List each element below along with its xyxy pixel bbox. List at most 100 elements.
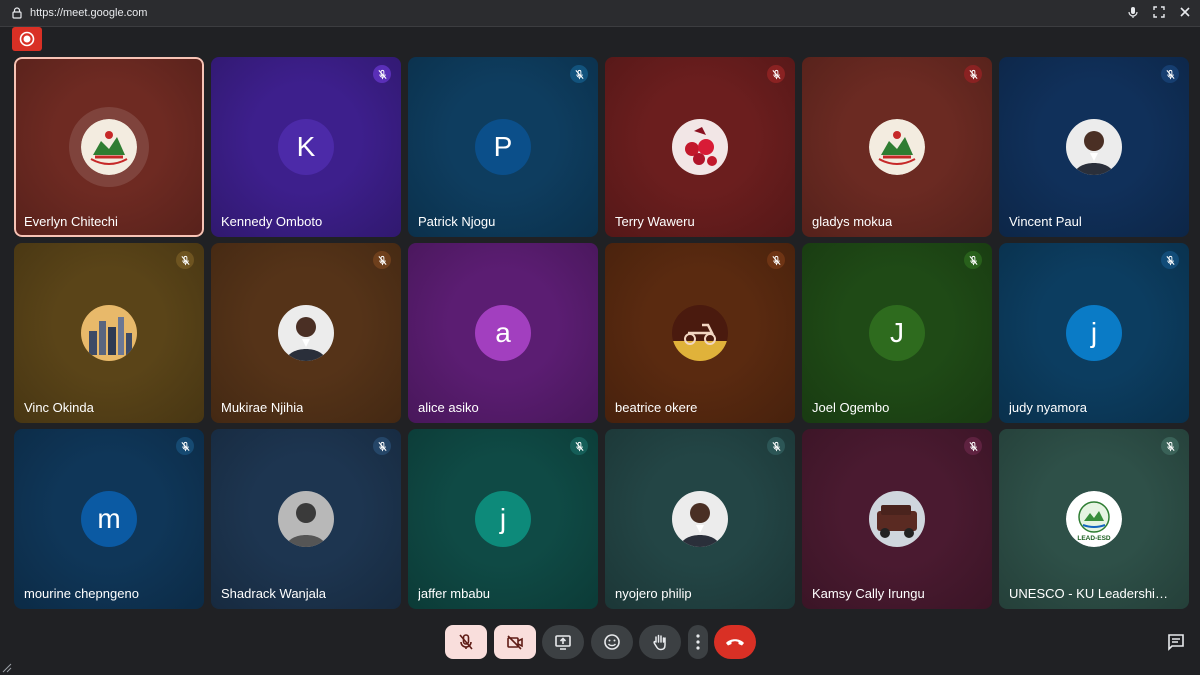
participant-tile[interactable]: Vinc Okinda (14, 243, 204, 423)
participant-name: Patrick Njogu (418, 214, 496, 229)
participant-tile[interactable]: a alice asiko (408, 243, 598, 423)
participant-name: mourine chepngeno (24, 586, 139, 601)
participant-name: Everlyn Chitechi (24, 214, 118, 229)
participant-grid: Everlyn Chitechi K Kennedy Omboto P Patrick … (14, 57, 1191, 610)
participant-avatar (81, 305, 137, 361)
mic-off-icon (767, 65, 785, 83)
participant-avatar (869, 119, 925, 175)
participant-tile[interactable]: Shadrack Wanjala (211, 429, 401, 609)
browser-bar: https://meet.google.com (0, 0, 1200, 27)
fullscreen-icon[interactable] (1152, 5, 1166, 19)
present-icon (555, 635, 571, 650)
participant-avatar: j (475, 491, 531, 547)
mic-off-icon (373, 437, 391, 455)
mic-off-icon (964, 251, 982, 269)
mic-off-icon (373, 65, 391, 83)
avatar-initial: J (890, 317, 904, 348)
participant-tile[interactable]: J Joel Ogembo (802, 243, 992, 423)
participant-avatar (869, 491, 925, 547)
camera-off-icon (507, 635, 523, 650)
mic-off-icon (1161, 251, 1179, 269)
participant-name: gladys mokua (812, 214, 893, 229)
participant-name: nyojero philip (615, 586, 692, 601)
participant-tile[interactable]: j jaffer mbabu (408, 429, 598, 609)
mic-off-icon (767, 251, 785, 269)
mic-off-icon (767, 437, 785, 455)
avatar-initial: K (296, 131, 316, 162)
raise-hand-button[interactable] (639, 625, 681, 659)
participant-name: Vincent Paul (1009, 214, 1082, 229)
mic-off-icon (1161, 65, 1179, 83)
mic-off-icon (176, 437, 194, 455)
participant-tile[interactable]: m mourine chepngeno (14, 429, 204, 609)
participant-tile[interactable]: Vincent Paul (999, 57, 1189, 237)
camera-toggle-button[interactable] (494, 625, 536, 659)
mic-off-icon (964, 65, 982, 83)
participant-name: beatrice okere (615, 400, 698, 415)
svg-text:LEAD-ESD: LEAD-ESD (1077, 535, 1111, 542)
participant-name: Shadrack Wanjala (221, 586, 327, 601)
participant-name: UNESCO - KU Leadership ... (1009, 586, 1174, 601)
participant-avatar: m (81, 491, 137, 547)
participant-tile[interactable]: Terry Waweru (605, 57, 795, 237)
participant-tile[interactable]: K Kennedy Omboto (211, 57, 401, 237)
avatar-initial: a (495, 317, 511, 348)
participant-avatar: a (475, 305, 531, 361)
resize-handle-icon[interactable] (2, 663, 12, 673)
participant-avatar (81, 119, 137, 175)
mic-toggle-button[interactable] (445, 625, 487, 659)
mic-indicator-icon[interactable] (1126, 5, 1140, 19)
recording-indicator[interactable] (12, 27, 42, 51)
participant-tile[interactable]: j judy nyamora (999, 243, 1189, 423)
more-options-button[interactable] (688, 625, 708, 659)
participant-avatar (672, 305, 728, 361)
participant-avatar: J (869, 305, 925, 361)
participant-name: Kennedy Omboto (221, 214, 323, 229)
participant-tile[interactable]: beatrice okere (605, 243, 795, 423)
close-icon[interactable] (1178, 5, 1192, 19)
reactions-button[interactable] (591, 625, 633, 659)
avatar-initial: j (499, 503, 507, 534)
mic-off-icon (459, 634, 473, 650)
participant-name: Terry Waweru (615, 214, 695, 229)
participant-avatar (278, 305, 334, 361)
participant-name: judy nyamora (1009, 400, 1088, 415)
participant-avatar: j (1066, 305, 1122, 361)
participant-tile[interactable]: LEAD-ESD UNESCO - KU Leadership ... (999, 429, 1189, 609)
record-icon (19, 31, 35, 47)
participant-tile[interactable]: P Patrick Njogu (408, 57, 598, 237)
url-text[interactable]: https://meet.google.com (30, 7, 147, 19)
control-bar (0, 615, 1200, 675)
participant-name: alice asiko (418, 400, 479, 415)
participant-name: Vinc Okinda (24, 400, 94, 415)
raise-hand-icon (653, 634, 666, 651)
participant-tile[interactable]: gladys mokua (802, 57, 992, 237)
participant-avatar: LEAD-ESD (1066, 491, 1122, 547)
participant-tile[interactable]: Kamsy Cally Irungu (802, 429, 992, 609)
participant-name: jaffer mbabu (418, 586, 491, 601)
participant-tile[interactable]: nyojero philip (605, 429, 795, 609)
avatar-initial: j (1090, 317, 1098, 348)
present-button[interactable] (542, 625, 584, 659)
mic-off-icon (964, 437, 982, 455)
participant-name: Kamsy Cally Irungu (812, 586, 925, 601)
emoji-icon (604, 634, 620, 650)
participant-avatar (672, 119, 728, 175)
mic-off-icon (570, 437, 588, 455)
mic-off-icon (373, 251, 391, 269)
participant-tile[interactable]: Everlyn Chitechi (14, 57, 204, 237)
participant-avatar (672, 491, 728, 547)
participant-avatar: P (475, 119, 531, 175)
participant-avatar (1066, 119, 1122, 175)
mic-off-icon (1161, 437, 1179, 455)
chat-icon[interactable] (1166, 632, 1186, 652)
participant-avatar: K (278, 119, 334, 175)
participant-tile[interactable]: Mukirae Njihia (211, 243, 401, 423)
participant-avatar (278, 491, 334, 547)
avatar-initial: m (97, 503, 121, 534)
leave-call-button[interactable] (714, 625, 756, 659)
participant-name: Joel Ogembo (812, 400, 890, 415)
mic-off-icon (570, 65, 588, 83)
end-call-icon (726, 639, 744, 646)
more-vert-icon (696, 634, 700, 650)
